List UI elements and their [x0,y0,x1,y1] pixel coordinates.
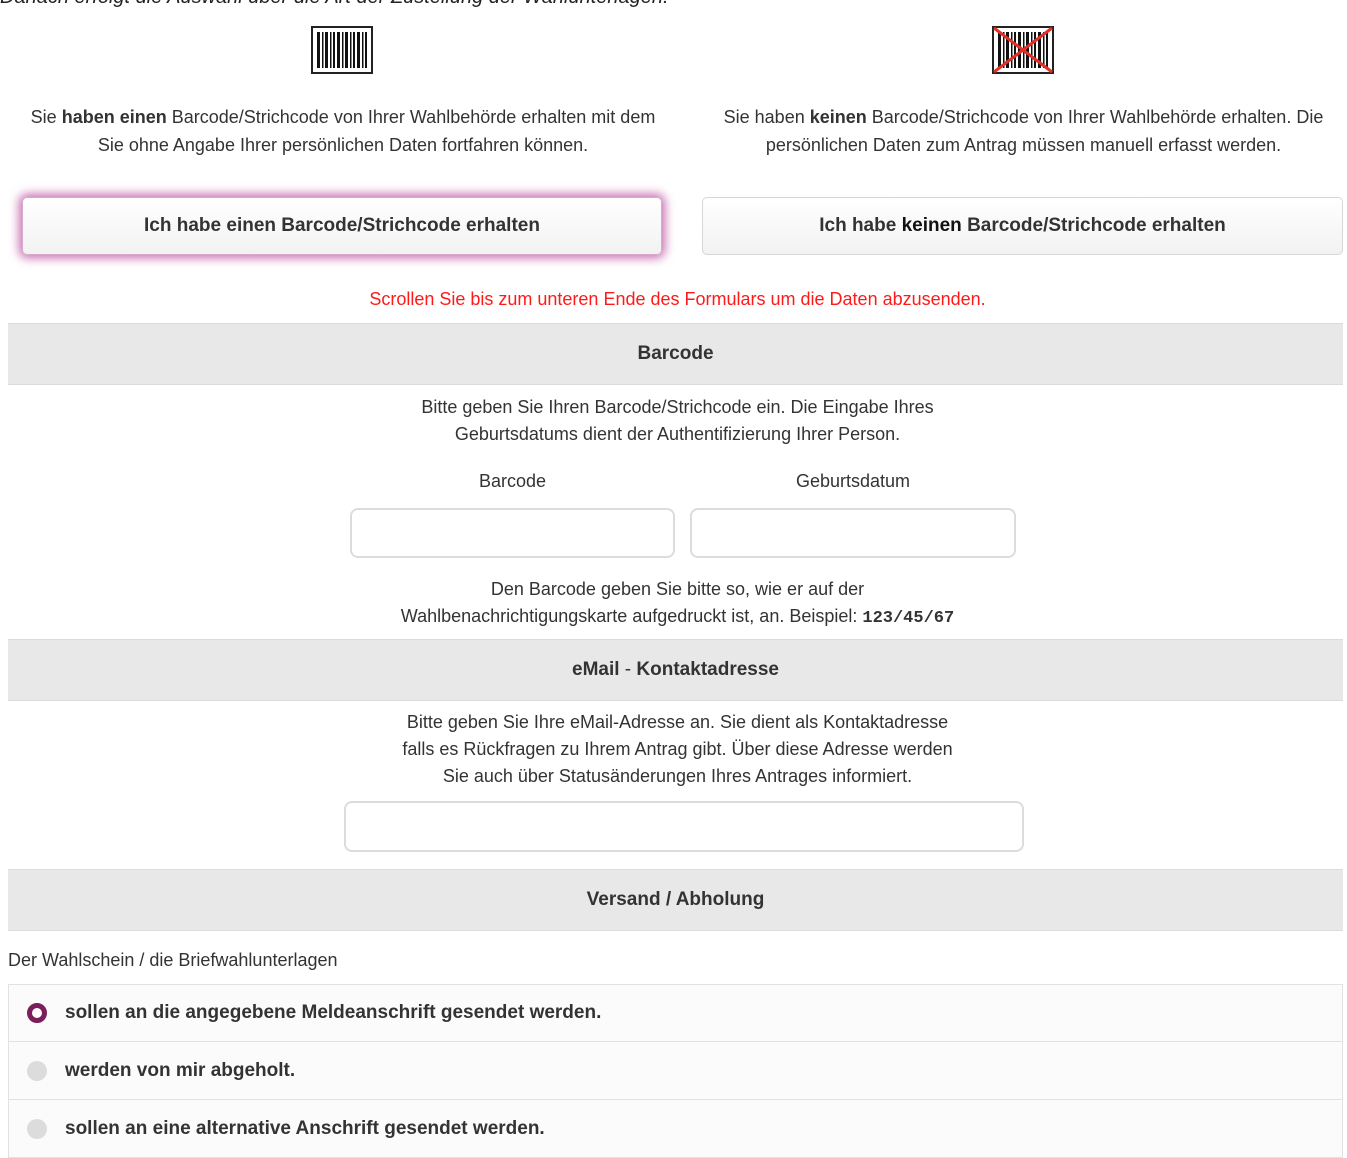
delivery-option-label: werden von mir abgeholt. [65,1059,296,1081]
without-barcode-description: Sie haben keinen Barcode/Strichcode von … [723,107,1324,155]
delivery-label: Der Wahlschein / die Briefwahlunterlagen [8,950,338,970]
birthdate-input[interactable] [690,508,1016,558]
delivery-section-title: Versand / Abholung [8,869,1343,931]
delivery-option-label: sollen an eine alternative Anschrift ges… [65,1117,545,1139]
without-barcode-button[interactable]: Ich habe keinen Barcode/Strichcode erhal… [702,197,1343,255]
no-barcode-icon [992,26,1054,79]
radio-selected-icon[interactable] [27,1003,47,1023]
radio-unselected-icon[interactable] [27,1118,47,1139]
scroll-hint: Scrollen Sie bis zum unteren Ende des Fo… [369,289,986,309]
barcode-example: 123/45/67 [862,609,955,628]
barcode-hint: Den Barcode geben Sie bitte so, wie er a… [400,579,955,628]
email-section-title: eMail - Kontaktadresse [8,639,1343,701]
intro-text: Danach erfolgt die Auswahl über die Art … [0,0,669,9]
delivery-option-alternative-address[interactable]: sollen an eine alternative Anschrift ges… [8,1100,1343,1158]
barcode-input[interactable] [350,508,675,558]
birthdate-label: Geburtsdatum [795,471,911,491]
barcode-icon [311,26,373,79]
barcode-label: Barcode [478,471,547,491]
with-barcode-button[interactable]: Ich habe einen Barcode/Strichcode erhalt… [22,197,662,255]
delivery-option-registered-address[interactable]: sollen an die angegebene Meldeanschrift … [8,984,1343,1042]
delivery-option-pickup[interactable]: werden von mir abgeholt. [8,1042,1343,1100]
email-instruction: Bitte geben Sie Ihre eMail-Adresse an. S… [402,712,953,786]
barcode-section-title: Barcode [8,323,1343,385]
with-barcode-description: Sie haben einen Barcode/Strichcode von I… [30,107,656,155]
radio-unselected-icon[interactable] [27,1060,47,1081]
delivery-option-label: sollen an die angegebene Meldeanschrift … [65,1002,602,1023]
email-input[interactable] [344,801,1024,852]
barcode-instruction: Bitte geben Sie Ihren Barcode/Strichcode… [421,397,934,444]
